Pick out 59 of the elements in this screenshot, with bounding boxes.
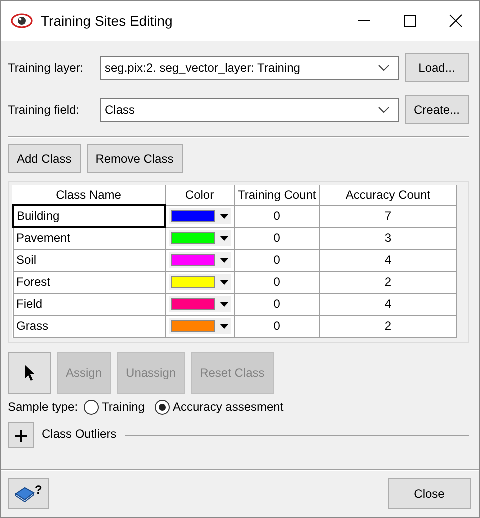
dropdown-field[interactable]: Class <box>100 98 399 122</box>
table-cell[interactable]: Grass <box>13 315 165 337</box>
radio-option[interactable]: Accuracy assesment <box>154 400 284 415</box>
radio-option[interactable]: Training <box>84 400 145 415</box>
color-picker[interactable] <box>168 296 231 312</box>
load-button[interactable]: Load... <box>405 53 469 82</box>
dropdown-arrow-icon <box>220 214 229 218</box>
field-label: Training layer: <box>8 60 85 76</box>
field-label: Training field: <box>8 102 81 118</box>
create-button[interactable]: Create... <box>405 95 469 124</box>
table-cell: 0 <box>234 293 320 315</box>
column-header[interactable]: Accuracy Count <box>320 185 457 205</box>
chevron-down-icon <box>378 64 390 72</box>
chevron-down-icon <box>378 106 390 114</box>
cursor-icon <box>24 364 36 382</box>
table-cell[interactable]: Pavement <box>13 227 165 249</box>
color-picker[interactable] <box>169 208 231 224</box>
table-cell: 0 <box>234 249 320 271</box>
color-picker[interactable] <box>168 230 231 246</box>
column-header[interactable]: Color <box>165 185 234 205</box>
dropdown-field[interactable]: seg.pix:2. seg_vector_layer: Training <box>100 56 399 80</box>
table-cell: 0 <box>234 271 320 293</box>
color-picker[interactable] <box>168 274 231 290</box>
section-title: Class Outliers <box>42 428 117 442</box>
table-cell: 3 <box>320 227 457 249</box>
maximize-icon[interactable] <box>402 13 418 29</box>
table-cell[interactable]: Soil <box>13 249 165 271</box>
column-header[interactable]: Training Count <box>234 185 320 205</box>
table-cell: 4 <box>320 249 457 271</box>
window-title: Training Sites Editing <box>41 12 174 31</box>
dropdown-arrow-icon <box>220 258 228 262</box>
table-cell: 2 <box>320 271 457 293</box>
expand-button[interactable] <box>8 422 34 448</box>
color-picker[interactable] <box>168 318 231 334</box>
remove-class-button[interactable]: Remove Class <box>86 144 183 173</box>
table-cell: 0 <box>234 227 320 249</box>
dropdown-arrow-icon <box>220 302 228 306</box>
dropdown-arrow-icon <box>220 280 228 284</box>
table-cell[interactable]: Field <box>13 293 165 315</box>
table-cell: 4 <box>320 293 457 315</box>
dropdown-arrow-icon <box>220 324 228 328</box>
color-picker[interactable] <box>168 252 231 268</box>
column-header[interactable]: Class Name <box>13 185 165 205</box>
book-icon <box>15 486 35 502</box>
table-cell: 0 <box>234 205 320 227</box>
eye-icon <box>11 13 33 29</box>
help-button[interactable]: ? <box>8 478 50 509</box>
table-cell[interactable]: Building <box>13 205 165 227</box>
table-cell: 7 <box>320 205 457 227</box>
close-button[interactable]: Close <box>388 478 471 509</box>
plus-icon <box>15 430 27 442</box>
sample-type-label: Sample type: <box>8 400 78 414</box>
add-class-button[interactable]: Add Class <box>8 144 81 173</box>
table-cell: 0 <box>234 315 320 337</box>
table-cell[interactable]: Forest <box>13 271 165 293</box>
table-cell: 2 <box>320 315 457 337</box>
close-icon[interactable] <box>448 13 464 29</box>
dropdown-arrow-icon <box>220 236 228 240</box>
pointer-tool-button[interactable] <box>8 352 51 394</box>
